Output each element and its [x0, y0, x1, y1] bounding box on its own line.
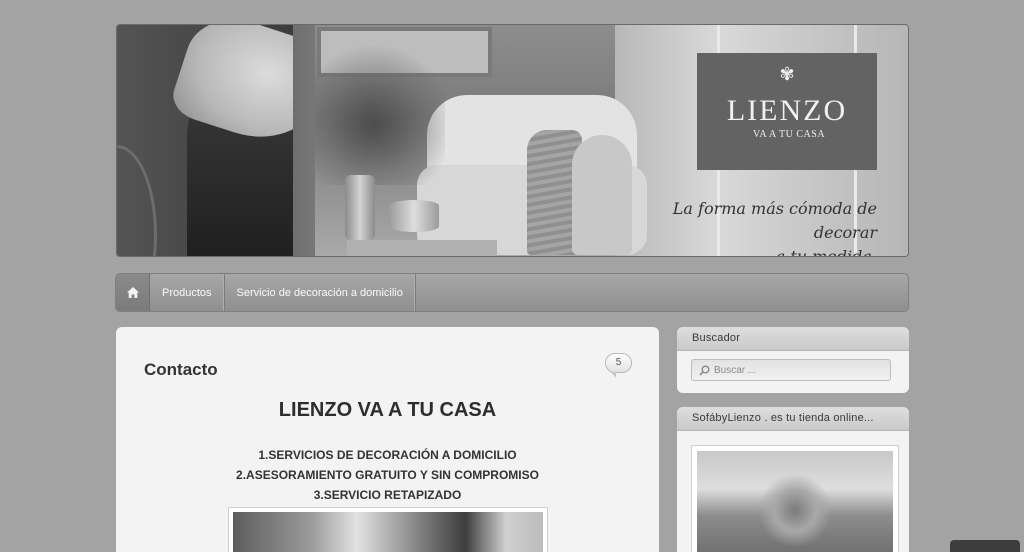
content-photo: [228, 507, 548, 552]
service-item: 1.SERVICIOS DE DECORACIÓN A DOMICILIO: [258, 448, 517, 462]
flower-logo-icon: ✾: [779, 64, 795, 85]
nav-item-servicio-decoracion[interactable]: Servicio de decoración a domicilio: [225, 274, 416, 311]
search-box[interactable]: [691, 359, 891, 381]
shop-widget: SofábyLienzo . es tu tienda online...: [677, 407, 909, 552]
services-list: 1.SERVICIOS DE DECORACIÓN A DOMICILIO 2.…: [116, 445, 659, 505]
search-input[interactable]: [714, 364, 884, 376]
main-content-card: Contacto 5 LIENZO VA A TU CASA 1.SERVICI…: [116, 327, 659, 552]
content-heading: LIENZO VA A TU CASA: [278, 399, 497, 421]
nav-item-productos[interactable]: Productos: [150, 274, 225, 311]
service-item: 2.ASESORAMIENTO GRATUITO Y SIN COMPROMIS…: [236, 468, 539, 482]
banner-photo-cushions: [117, 25, 335, 256]
comment-count-badge[interactable]: 5: [605, 353, 632, 378]
corner-tab[interactable]: [950, 540, 1020, 552]
home-icon: [126, 287, 139, 298]
logo-subtitle: VA A TU CASA: [753, 129, 826, 140]
service-item: 3.SERVICIO RETAPIZADO: [313, 488, 462, 502]
search-icon: [699, 365, 710, 376]
page-title[interactable]: Contacto: [144, 360, 218, 380]
logo-title: LIENZO: [726, 94, 848, 127]
search-widget-title: Buscador: [677, 327, 909, 351]
header-banner: ✾ LIENZO VA A TU CASA La forma más cómod…: [116, 24, 909, 257]
banner-tagline: La forma más cómoda de decorar a tu medi…: [627, 197, 877, 257]
nav-home-button[interactable]: [116, 274, 150, 311]
tagline-line-1: La forma más cómoda de decorar: [672, 199, 877, 242]
shop-promo-image[interactable]: [691, 445, 899, 552]
main-navigation: Productos Servicio de decoración a domic…: [115, 273, 909, 312]
search-widget: Buscador: [677, 327, 909, 393]
shop-widget-title[interactable]: SofábyLienzo . es tu tienda online...: [677, 407, 909, 431]
tagline-line-2: a tu medida.: [775, 247, 877, 257]
brand-logo[interactable]: ✾ LIENZO VA A TU CASA: [697, 53, 877, 170]
